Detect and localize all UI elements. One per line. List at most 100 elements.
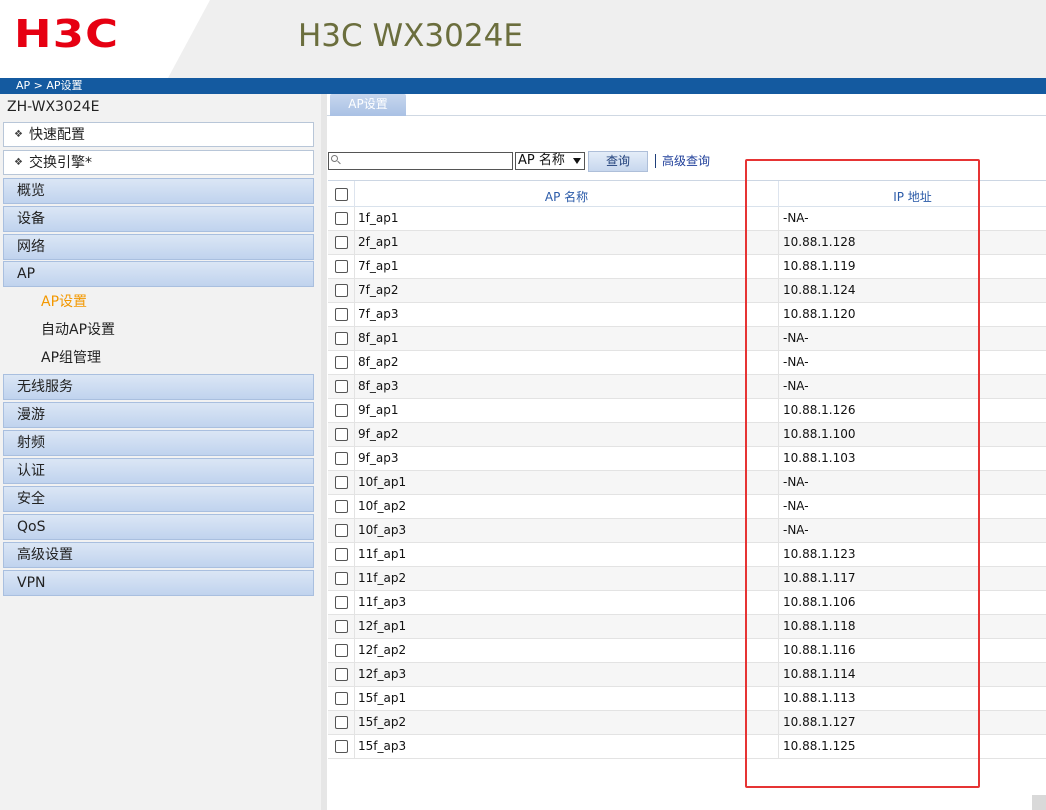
ap-name-cell: 11f_ap2 [354,567,778,590]
row-checkbox[interactable] [335,476,348,489]
ap-name-cell: 10f_ap2 [354,495,778,518]
ap-subitem-0[interactable]: AP设置 [41,293,87,311]
diamond-icon: ❖ [14,129,23,140]
table-row[interactable]: 11f_ap1 10.88.1.123 [328,543,1046,567]
select-all-checkbox[interactable] [335,188,348,201]
table-row[interactable]: 8f_ap1 -NA- [328,327,1046,351]
table-row[interactable]: 9f_ap1 10.88.1.126 [328,399,1046,423]
ap-name-cell: 10f_ap1 [354,471,778,494]
table-row[interactable]: 9f_ap2 10.88.1.100 [328,423,1046,447]
nav-item-bottom-2[interactable]: 射频 [3,430,314,456]
table-header: AP 名称 IP 地址 [328,180,1046,207]
ap-name-cell: 7f_ap1 [354,255,778,278]
quick-item-1[interactable]: ❖ 交换引擎* [3,150,314,175]
nav-item-2[interactable]: 网络 [3,234,314,260]
nav-item-0[interactable]: 概览 [3,178,314,204]
table-row[interactable]: 9f_ap3 10.88.1.103 [328,447,1046,471]
ap-name-cell: 12f_ap2 [354,639,778,662]
column-header-ap-name[interactable]: AP 名称 [354,181,778,207]
table-row[interactable]: 12f_ap2 10.88.1.116 [328,639,1046,663]
ap-name-cell: 15f_ap1 [354,687,778,710]
row-checkbox[interactable] [335,332,348,345]
row-checkbox[interactable] [335,596,348,609]
ip-address-cell: 10.88.1.100 [778,423,1046,446]
row-checkbox[interactable] [335,308,348,321]
row-checkbox[interactable] [335,620,348,633]
ip-address-cell: -NA- [778,375,1046,398]
advanced-query-link[interactable]: 高级查询 [662,153,710,169]
table-row[interactable]: 1f_ap1 -NA- [328,207,1046,231]
ip-address-cell: -NA- [778,519,1046,542]
table-row[interactable]: 7f_ap1 10.88.1.119 [328,255,1046,279]
row-checkbox[interactable] [335,428,348,441]
quick-item-label: 交换引擎* [28,155,92,171]
row-checkbox[interactable] [335,404,348,417]
product-title: H3C WX3024E [298,18,523,54]
row-checkbox[interactable] [335,692,348,705]
nav-item-1[interactable]: 设备 [3,206,314,232]
ap-name-cell: 9f_ap2 [354,423,778,446]
ap-name-cell: 7f_ap2 [354,279,778,302]
table-row[interactable]: 10f_ap2 -NA- [328,495,1046,519]
table-row[interactable]: 15f_ap2 10.88.1.127 [328,711,1046,735]
ip-address-cell: -NA- [778,351,1046,374]
ip-address-cell: 10.88.1.113 [778,687,1046,710]
table-row[interactable]: 7f_ap2 10.88.1.124 [328,279,1046,303]
nav-item-bottom-0[interactable]: 无线服务 [3,374,314,400]
breadcrumb: AP > AP设置 [16,79,83,92]
row-checkbox[interactable] [335,452,348,465]
table-row[interactable]: 8f_ap3 -NA- [328,375,1046,399]
table-row[interactable]: 10f_ap1 -NA- [328,471,1046,495]
query-button[interactable]: 查询 [588,151,648,172]
nav-item-bottom-5[interactable]: QoS [3,514,314,540]
row-checkbox[interactable] [335,260,348,273]
row-checkbox[interactable] [335,740,348,753]
nav-item-bottom-7[interactable]: VPN [3,570,314,596]
nav-item-bottom-3[interactable]: 认证 [3,458,314,484]
ap-subitem-1[interactable]: 自动AP设置 [41,321,115,339]
row-checkbox[interactable] [335,212,348,225]
ip-address-cell: 10.88.1.119 [778,255,1046,278]
table-row[interactable]: 7f_ap3 10.88.1.120 [328,303,1046,327]
column-header-ip-address[interactable]: IP 地址 [778,181,1046,207]
table-row[interactable]: 12f_ap1 10.88.1.118 [328,615,1046,639]
nav-item-bottom-4[interactable]: 安全 [3,486,314,512]
table-row[interactable]: 8f_ap2 -NA- [328,351,1046,375]
table-row[interactable]: 12f_ap3 10.88.1.114 [328,663,1046,687]
tab-ap-settings[interactable]: AP设置 [330,94,406,116]
ip-address-cell: 10.88.1.127 [778,711,1046,734]
table-row[interactable]: 10f_ap3 -NA- [328,519,1046,543]
table-row[interactable]: 15f_ap1 10.88.1.113 [328,687,1046,711]
h3c-logo: H3C [14,12,120,56]
row-checkbox[interactable] [335,716,348,729]
ip-address-cell: 10.88.1.114 [778,663,1046,686]
table-row[interactable]: 2f_ap1 10.88.1.128 [328,231,1046,255]
ap-name-cell: 9f_ap1 [354,399,778,422]
row-checkbox[interactable] [335,236,348,249]
row-checkbox[interactable] [335,572,348,585]
table-row[interactable]: 11f_ap2 10.88.1.117 [328,567,1046,591]
row-checkbox[interactable] [335,644,348,657]
table-row[interactable]: 11f_ap3 10.88.1.106 [328,591,1046,615]
table-body: 1f_ap1 -NA- 2f_ap1 10.88.1.128 7f_ap1 10.88.1… [328,207,1046,759]
ip-address-cell: 10.88.1.117 [778,567,1046,590]
row-checkbox[interactable] [335,500,348,513]
row-checkbox[interactable] [335,380,348,393]
row-checkbox[interactable] [335,356,348,369]
row-checkbox[interactable] [335,548,348,561]
search-input[interactable] [328,152,513,170]
row-checkbox[interactable] [335,668,348,681]
search-icon [331,155,338,162]
table-row[interactable]: 15f_ap3 10.88.1.125 [328,735,1046,759]
nav-item-bottom-6[interactable]: 高级设置 [3,542,314,568]
search-field-select[interactable]: AP 名称 [515,152,585,170]
ap-name-cell: 2f_ap1 [354,231,778,254]
ap-subitem-2[interactable]: AP组管理 [41,349,101,367]
quick-item-0[interactable]: ❖ 快速配置 [3,122,314,147]
row-checkbox[interactable] [335,524,348,537]
row-checkbox[interactable] [335,284,348,297]
ap-name-cell: 15f_ap2 [354,711,778,734]
sidebar-divider[interactable] [321,94,327,810]
nav-item-bottom-1[interactable]: 漫游 [3,402,314,428]
nav-item-3[interactable]: AP [3,261,314,287]
